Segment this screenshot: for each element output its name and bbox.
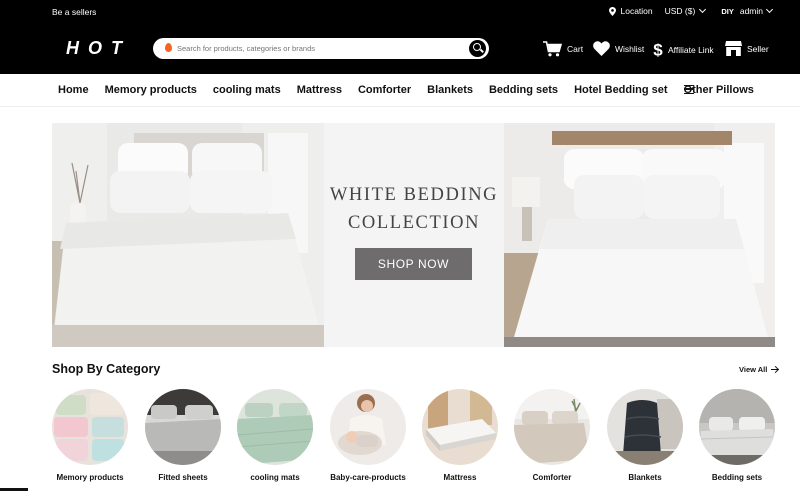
category-item-baby-care-products[interactable]: Baby-care-products (330, 389, 406, 482)
category-image (52, 389, 128, 465)
arrow-right-icon (771, 369, 779, 370)
category-image (145, 389, 221, 465)
banner-text-panel: WHITE BEDDING COLLECTION SHOP NOW (324, 123, 504, 347)
nav-item-cooling-mats[interactable]: cooling mats (213, 84, 281, 96)
search-bar (153, 38, 489, 59)
location-selector[interactable]: Location (609, 6, 653, 16)
site-logo[interactable]: HOT (66, 38, 131, 59)
cart-icon (543, 41, 562, 57)
user-name: admin (739, 6, 763, 16)
category-item-bedding-sets[interactable]: Bedding sets (699, 389, 775, 482)
wishlist-button[interactable]: Wishlist (593, 41, 644, 56)
category-item-fitted-sheets[interactable]: Fitted sheets (145, 389, 221, 482)
category-item-blankets[interactable]: Blankets (607, 389, 683, 482)
category-image (237, 389, 313, 465)
category-item-comforter[interactable]: Comforter (514, 389, 590, 482)
wishlist-label: Wishlist (615, 43, 645, 54)
nav-item-other-pillows[interactable]: Other Pillows (684, 84, 754, 96)
currency-label: USD ($) (664, 6, 696, 16)
svg-text:$: $ (653, 41, 663, 58)
hero-banner[interactable]: WHITE BEDDING COLLECTION SHOP NOW (52, 123, 775, 347)
category-label: Fitted sheets (158, 473, 208, 482)
top-bar: Be a sellers Location USD ($) DIY admin (0, 0, 800, 24)
affiliate-label: Affiliate Link (668, 44, 714, 55)
search-icon[interactable] (469, 40, 486, 57)
currency-selector[interactable]: USD ($) (664, 5, 707, 16)
shop-now-button[interactable]: SHOP NOW (355, 248, 472, 280)
category-item-memory-products[interactable]: Memory products (52, 389, 128, 482)
chevron-down-icon (699, 5, 707, 14)
category-image (607, 389, 683, 465)
hamburger-menu-icon[interactable] (684, 85, 694, 94)
banner-bed-left-image (52, 123, 324, 347)
nav-item-memory-products[interactable]: Memory products (105, 84, 197, 96)
nav-item-bedding-sets[interactable]: Bedding sets (489, 84, 558, 96)
category-label: cooling mats (250, 473, 300, 482)
category-image (330, 389, 406, 465)
location-pin-icon (609, 6, 617, 16)
user-menu[interactable]: DIY admin (721, 5, 774, 16)
nav-list: Home Memory products cooling mats Mattre… (58, 84, 770, 96)
cart-button[interactable]: Cart (543, 41, 583, 57)
category-nav: Home Memory products cooling mats Mattre… (0, 74, 800, 107)
category-label: Memory products (56, 473, 124, 482)
dollar-icon: $ (653, 41, 663, 58)
cart-label: Cart (567, 44, 584, 54)
affiliate-link-button[interactable]: $ Affiliate Link (653, 41, 714, 58)
nav-item-blankets[interactable]: Blankets (427, 84, 473, 96)
category-image (699, 389, 775, 465)
category-label: Baby-care-products (330, 473, 406, 482)
nav-item-hotel-bedding-set[interactable]: Hotel Bedding set (574, 84, 668, 96)
nav-item-home[interactable]: Home (58, 84, 89, 96)
shop-by-category-title: Shop By Category (52, 362, 161, 376)
search-input[interactable] (177, 41, 457, 56)
main-header: HOT Cart Wishlist $ Affiliate Link Selle… (0, 24, 800, 74)
seller-label: Seller (747, 43, 769, 54)
category-label: Mattress (443, 473, 477, 482)
store-icon (725, 41, 742, 56)
banner-title-line2: COLLECTION (347, 213, 481, 233)
banner-title-line1: WHITE BEDDING (329, 185, 499, 205)
location-label: Location (620, 6, 653, 16)
nav-item-mattress[interactable]: Mattress (297, 84, 342, 96)
top-bar-right: Location USD ($) DIY admin (609, 5, 774, 16)
category-item-cooling-mats[interactable]: cooling mats (237, 389, 313, 482)
banner-bed-right-image (504, 123, 775, 347)
category-label: Comforter (532, 473, 572, 482)
category-label: Bedding sets (711, 473, 763, 482)
nav-item-comforter[interactable]: Comforter (358, 84, 411, 96)
category-item-mattress[interactable]: Mattress (422, 389, 498, 482)
view-all-link[interactable]: View All (739, 365, 779, 374)
user-badge: DIY (721, 6, 734, 16)
category-image (422, 389, 498, 465)
be-a-seller-link[interactable]: Be a sellers (52, 7, 96, 17)
category-image (514, 389, 590, 465)
fire-icon (165, 43, 172, 52)
category-label: Blankets (628, 473, 662, 482)
heart-icon (593, 41, 610, 56)
seller-button[interactable]: Seller (725, 41, 769, 56)
view-all-label: View All (739, 365, 768, 374)
chevron-down-icon (765, 5, 774, 14)
